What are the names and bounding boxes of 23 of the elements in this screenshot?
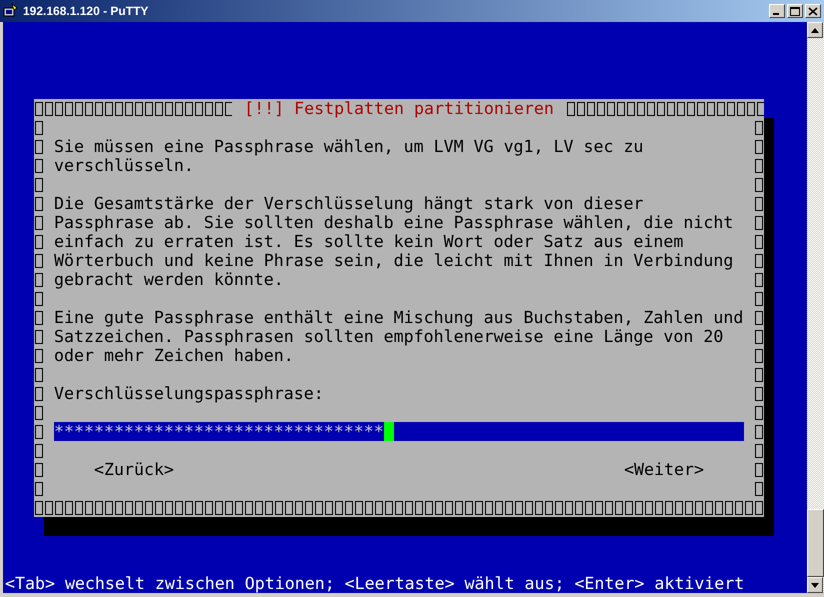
minimize-button[interactable]: [769, 4, 785, 18]
close-icon: [808, 6, 818, 16]
password-field[interactable]: *********************************: [54, 422, 744, 441]
dialog-button[interactable]: <Zurück>: [94, 460, 174, 479]
computer-icon: [3, 3, 19, 19]
maximize-button[interactable]: [787, 4, 803, 18]
minimize-icon: [773, 12, 779, 14]
dialog-button[interactable]: <Weiter>: [624, 460, 704, 479]
dialog-title: [!!] Festplatten partitionieren: [243, 99, 555, 118]
text-cursor: [384, 422, 394, 441]
paragraph: Die Gesamtstärke der Verschlüsselung hängt stark von dieser Passphrase ab. Sie sollten deshalb eine Passphrase wählen, die nicht einfach zu erraten ist. Es sollte kein Wort oder Satz aus einem Wörterbuch und keine Phrase sein, die leicht mit Ihnen in Verbindung gebracht werden könnte.: [54, 194, 734, 289]
scroll-up-button[interactable]: [807, 22, 823, 38]
scroll-down-button[interactable]: [807, 577, 823, 593]
down-arrow-icon: [811, 582, 819, 588]
up-arrow-icon: [811, 28, 819, 32]
close-button[interactable]: [805, 4, 821, 18]
scroll-thumb[interactable]: [807, 509, 824, 577]
status-text: <Tab> wechselt zwischen Optionen; <Leertaste> wählt aus; <Enter> aktiviert: [4, 574, 746, 593]
paragraph: Eine gute Passphrase enthält eine Mischung aus Buchstaben, Zahlen und Satzzeichen. Passphrasen sollten empfohlenerweise eine Länge von 20 oder mehr Zeichen haben.: [54, 308, 744, 365]
prompt-label: Verschlüsselungspassphrase:: [54, 384, 325, 403]
window-title: 192.168.1.120 - PuTTY: [23, 4, 150, 18]
maximize-icon: [790, 6, 800, 16]
paragraph: Sie müssen eine Passphrase wählen, um LVM VG vg1, LV sec zu verschlüsseln.: [54, 137, 644, 175]
